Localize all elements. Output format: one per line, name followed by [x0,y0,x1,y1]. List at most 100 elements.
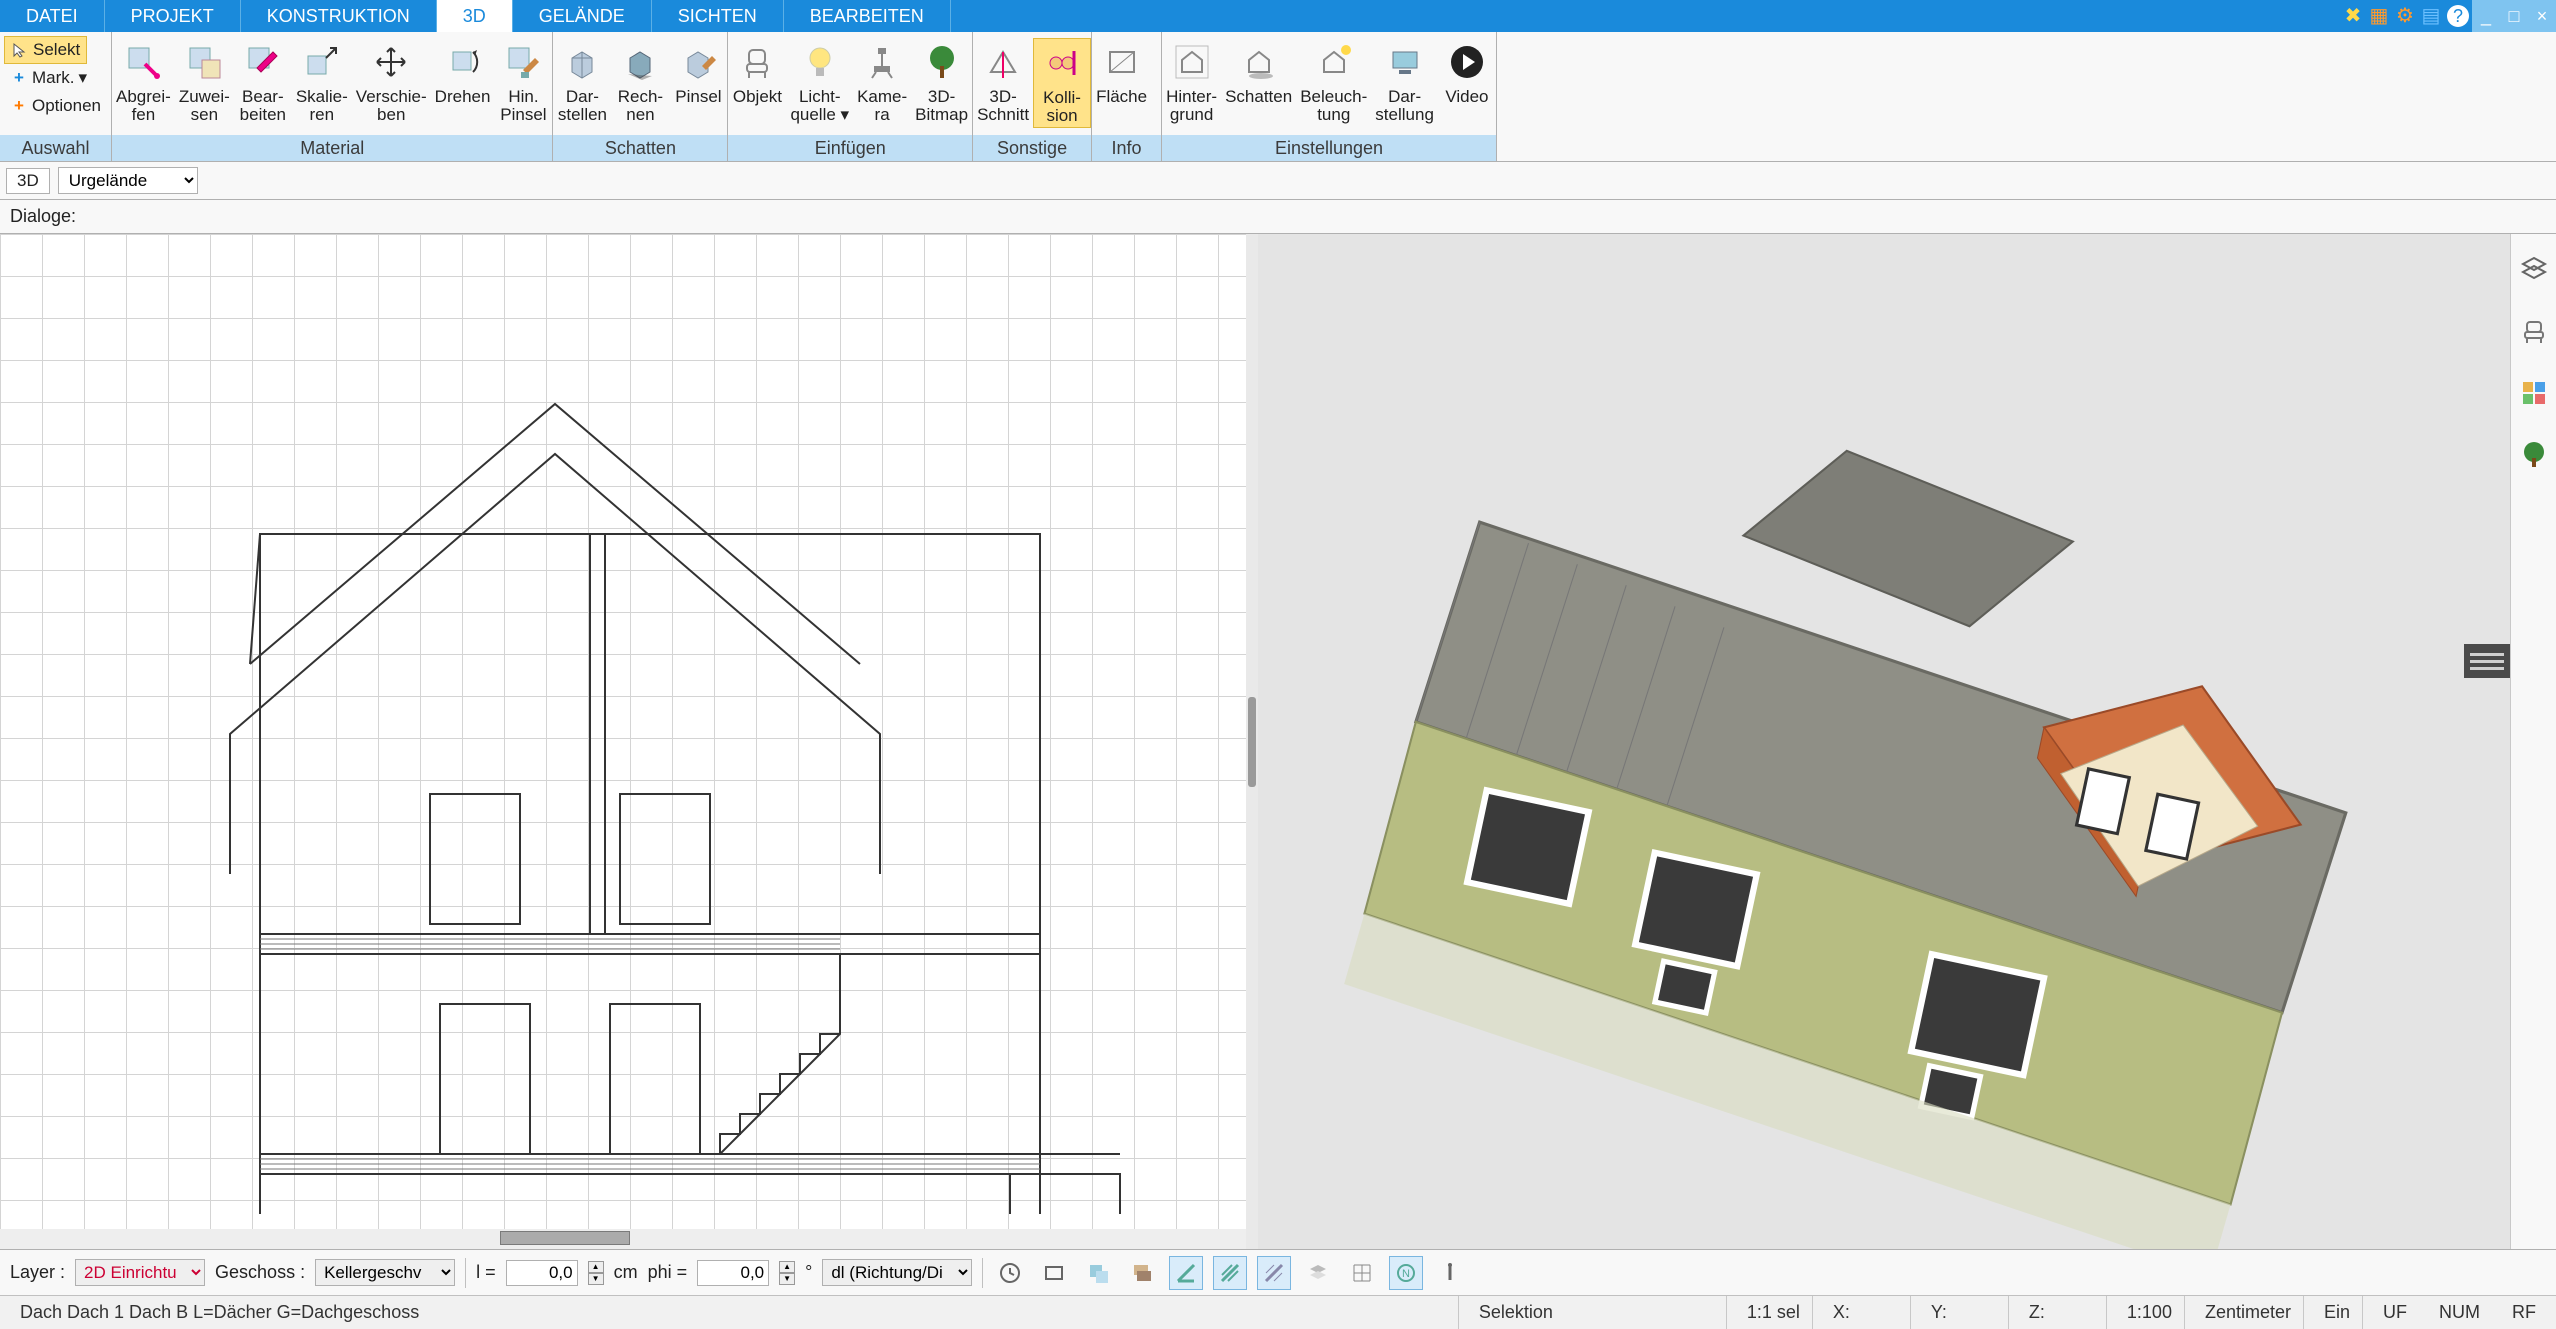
mark-button[interactable]: + Mark. ▾ [4,64,93,92]
2d-section-viewport[interactable] [0,234,1246,1249]
menu-tab-bearbeiten[interactable]: BEARBEITEN [784,0,951,32]
group-label-auswahl: Auswahl [0,135,111,161]
l-label: l = [476,1262,496,1283]
pane-splitter[interactable] [1246,234,1258,1249]
3d-house-render [1258,234,2510,1249]
abgreifen-button[interactable]: Abgrei- fen [112,38,175,126]
scale-icon [300,40,344,84]
rect-icon[interactable] [1037,1256,1071,1290]
dialoge-bar: Dialoge: [0,200,2556,234]
eyedrop-icon [121,40,165,84]
status-rf: RF [2500,1296,2548,1329]
separator [465,1258,466,1288]
move-icon [369,40,413,84]
video-button[interactable]: Video [1438,38,1496,108]
flaeche-button[interactable]: Fläche [1092,38,1151,108]
hinpinsel-label: Hin. Pinsel [500,88,546,124]
dropdown-caret-icon: ▾ [79,68,88,88]
pinsel-label: Pinsel [675,88,721,106]
select-label: Selekt [33,40,80,60]
menu-tab-3d[interactable]: 3D [437,0,513,32]
plus-orange-icon: + [10,97,28,115]
lichtquelle-button[interactable]: Licht- quelle ▾ [786,38,853,126]
abgreifen-label: Abgrei- fen [116,88,171,124]
cursor-icon [11,41,29,59]
layers-panel-icon[interactable] [2517,252,2551,286]
l-spinner[interactable]: ▲▼ [588,1261,604,1285]
status-uf: UF [2371,1296,2419,1329]
titlebar-layers-icon[interactable]: ▦ [2366,0,2392,32]
angle-icon[interactable] [1169,1256,1203,1290]
striped-icon[interactable] [1213,1256,1247,1290]
ribbon-group-einstellungen: Hinter- grund Schatten Beleuch- tung Dar… [1162,32,1497,161]
beleuchtung-label: Beleuch- tung [1300,88,1367,124]
direction-select[interactable]: dl (Richtung/Di [822,1259,972,1286]
drehen-button[interactable]: Drehen [431,38,495,108]
window-maximize-button[interactable]: □ [2500,0,2528,32]
titlebar-stack-icon[interactable]: ▤ [2418,0,2444,32]
edit-mat-icon [241,40,285,84]
clock-icon[interactable] [993,1256,1027,1290]
hinpinsel-button[interactable]: Hin. Pinsel [494,38,552,126]
menu-tab-datei[interactable]: DATEI [0,0,105,32]
window-minimize-button[interactable]: _ [2472,0,2500,32]
objekt-button[interactable]: Objekt [728,38,786,108]
grid-icon[interactable] [1345,1256,1379,1290]
cm-label: cm [614,1262,638,1283]
3d-viewport[interactable] [1258,234,2510,1249]
options-button[interactable]: + Optionen [4,92,107,120]
kollision-button[interactable]: Kolli- sion [1033,38,1091,128]
hintergrund-button[interactable]: Hinter- grund [1162,38,1221,126]
left-hscrollbar[interactable] [0,1229,1246,1249]
kamera-button[interactable]: Kame- ra [853,38,911,126]
terrain-dropdown[interactable]: Urgelände [58,167,198,194]
layer-select[interactable]: 2D Einrichtu [75,1259,205,1286]
rechnen-button[interactable]: Rech- nen [611,38,669,126]
menu-tab-gelaende[interactable]: GELÄNDE [513,0,652,32]
menu-tab-projekt[interactable]: PROJEKT [105,0,241,32]
darstellung-button[interactable]: Dar- stellung [1371,38,1438,126]
schnitt3d-button[interactable]: 3D- Schnitt [973,38,1033,126]
phi-input[interactable] [697,1260,769,1286]
menu-tab-sichten[interactable]: SICHTEN [652,0,784,32]
menu-spacer [951,0,2340,32]
select-button[interactable]: Selekt [4,36,87,64]
titlebar-wrench-icon[interactable]: ✖ [2340,0,2366,32]
phi-spinner[interactable]: ▲▼ [779,1261,795,1285]
house-bg-icon [1170,40,1214,84]
zuweisen-button[interactable]: Zuwei- sen [175,38,234,126]
palette-panel-icon[interactable] [2517,376,2551,410]
target-icon[interactable]: N [1389,1256,1423,1290]
status-y: Y: [1919,1296,2009,1329]
kamera-label: Kame- ra [857,88,907,124]
hintergrund-label: Hinter- grund [1166,88,1217,124]
floor-select[interactable]: Kellergeschv [315,1259,455,1286]
overlap-icon[interactable] [1081,1256,1115,1290]
titlebar-help-icon[interactable]: ? [2447,5,2469,27]
info-icon[interactable] [1433,1256,1467,1290]
striped2-icon[interactable] [1257,1256,1291,1290]
verschieben-button[interactable]: Verschie- ben [352,38,431,126]
menu-tab-konstruktion[interactable]: KONSTRUKTION [241,0,437,32]
bearbeiten-button[interactable]: Bear- beiten [234,38,292,126]
darstellen-button[interactable]: Dar- stellen [553,38,611,126]
beleuchtung-button[interactable]: Beleuch- tung [1296,38,1371,126]
schatten2-button[interactable]: Schatten [1221,38,1296,108]
skalieren-button[interactable]: Skalie- ren [292,38,352,126]
bottom-toolbar: Layer : 2D Einrichtu Geschoss : Kellerge… [0,1249,2556,1295]
window-close-button[interactable]: × [2528,0,2556,32]
l-input[interactable] [506,1260,578,1286]
status-selection: Selektion [1467,1296,1727,1329]
mark-label: Mark. [32,68,75,88]
furniture-panel-icon[interactable] [2517,314,2551,348]
layers2-icon[interactable] [1301,1256,1335,1290]
right-panel-handle[interactable] [2464,644,2510,678]
stack-icon[interactable] [1125,1256,1159,1290]
pinsel-button[interactable]: Pinsel [669,38,727,108]
titlebar-gear-icon[interactable]: ⚙ [2392,0,2418,32]
bearbeiten-label: Bear- beiten [240,88,286,124]
brush-icon [676,40,720,84]
plants-panel-icon[interactable] [2517,438,2551,472]
section-icon [981,40,1025,84]
bitmap3d-button[interactable]: 3D- Bitmap [911,38,972,126]
